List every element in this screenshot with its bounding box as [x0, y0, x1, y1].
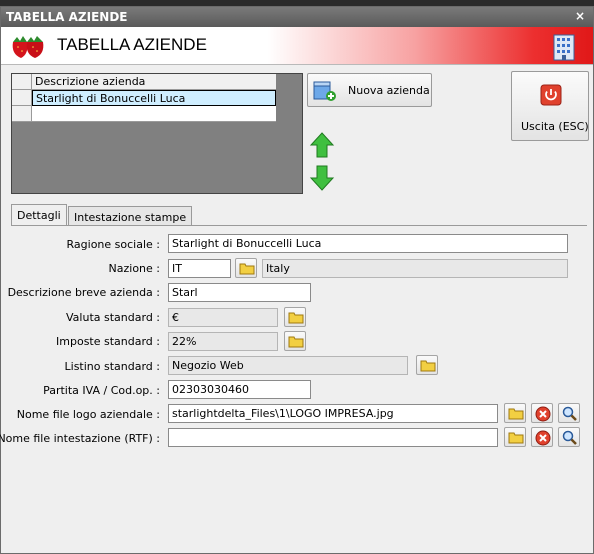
folder-icon: [420, 360, 436, 372]
row-indicator: [12, 90, 32, 106]
nazione-label: Nazione :: [108, 262, 160, 275]
logo-file-field[interactable]: starlightdelta_Files\1\LOGO IMPRESA.jpg: [168, 404, 498, 423]
descrizione-breve-field[interactable]: Starl: [168, 283, 311, 302]
listino-label: Listino standard :: [64, 360, 160, 373]
power-icon: [540, 84, 562, 106]
magnifier-icon: [562, 406, 577, 421]
new-company-button[interactable]: Nuova azienda: [307, 73, 432, 107]
exit-button[interactable]: Uscita (ESC): [511, 71, 589, 141]
rtf-file-field[interactable]: [168, 428, 498, 447]
column-header-descrizione[interactable]: Descrizione azienda: [32, 74, 276, 90]
logo-browse-button[interactable]: [504, 403, 526, 423]
tab-intestazione-stampe[interactable]: Intestazione stampe: [68, 206, 193, 226]
folder-icon: [508, 432, 524, 444]
header-banner: TABELLA AZIENDE: [1, 27, 593, 65]
details-panel: Ragione sociale : Starlight di Bonuccell…: [0, 225, 587, 547]
valuta-field: €: [168, 308, 278, 327]
ragione-sociale-field[interactable]: Starlight di Bonuccelli Luca: [168, 234, 568, 253]
arrow-down-icon: [309, 165, 335, 191]
close-icon[interactable]: ×: [575, 9, 585, 23]
rtf-preview-button[interactable]: [558, 427, 580, 447]
window-title: TABELLA AZIENDE: [6, 10, 128, 24]
banner-title: TABELLA AZIENDE: [57, 35, 207, 54]
valuta-browse-button[interactable]: [284, 307, 306, 327]
logo-clear-button[interactable]: [531, 403, 553, 423]
imposte-browse-button[interactable]: [284, 331, 306, 351]
building-icon: [553, 34, 575, 61]
ragione-sociale-label: Ragione sociale :: [66, 238, 160, 251]
exit-label: Uscita (ESC): [521, 120, 589, 133]
descrizione-breve-label: Descrizione breve azienda :: [7, 286, 160, 299]
listino-browse-button[interactable]: [416, 355, 438, 375]
arrow-up-icon: [309, 132, 335, 158]
nazione-browse-button[interactable]: [235, 258, 257, 278]
tab-dettagli[interactable]: Dettagli: [11, 204, 67, 226]
magnifier-icon: [562, 430, 577, 445]
move-up-button[interactable]: [308, 130, 336, 160]
folder-icon: [288, 312, 304, 324]
imposte-label: Imposte standard :: [56, 335, 160, 348]
grid-header: Descrizione azienda: [12, 74, 276, 90]
row-indicator: [12, 74, 32, 90]
logo-preview-button[interactable]: [558, 403, 580, 423]
nazione-name-field: Italy: [262, 259, 568, 278]
company-grid[interactable]: Descrizione azienda Starlight di Bonucce…: [11, 73, 303, 194]
row-indicator: [12, 106, 32, 122]
title-bar[interactable]: TABELLA AZIENDE ×: [1, 7, 593, 27]
new-company-icon: [313, 81, 336, 101]
delete-icon: [535, 430, 551, 446]
rtf-clear-button[interactable]: [531, 427, 553, 447]
move-down-button[interactable]: [308, 163, 336, 193]
listino-field: Negozio Web: [168, 356, 408, 375]
grid-cell[interactable]: Starlight di Bonuccelli Luca: [32, 90, 276, 106]
table-row[interactable]: Starlight di Bonuccelli Luca: [12, 90, 276, 106]
strawberry-logo-icon: [12, 36, 44, 58]
new-company-label: Nuova azienda: [348, 84, 430, 97]
valuta-label: Valuta standard :: [66, 311, 160, 324]
partita-iva-label: Partita IVA / Cod.op. :: [43, 384, 160, 397]
table-row[interactable]: [12, 106, 276, 122]
grid-cell[interactable]: [32, 106, 276, 122]
delete-icon: [535, 406, 551, 422]
rtf-browse-button[interactable]: [504, 427, 526, 447]
logo-file-label: Nome file logo aziendale :: [16, 408, 160, 421]
folder-icon: [508, 408, 524, 420]
imposte-field: 22%: [168, 332, 278, 351]
nazione-code-field[interactable]: IT: [168, 259, 231, 278]
folder-icon: [288, 336, 304, 348]
partita-iva-field[interactable]: 02303030460: [168, 380, 311, 399]
folder-icon: [239, 263, 255, 275]
rtf-file-label: Nome file intestazione (RTF) :: [0, 432, 160, 445]
tabella-aziende-window: TABELLA AZIENDE × TABELLA AZIENDE Descri…: [0, 6, 594, 554]
